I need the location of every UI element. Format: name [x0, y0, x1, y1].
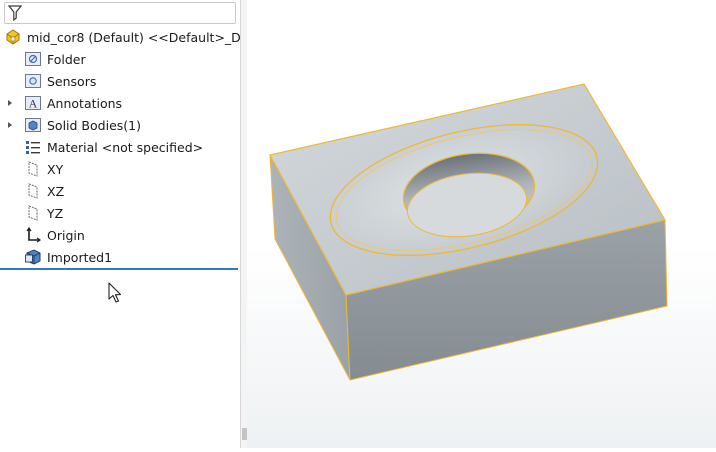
chevron-right-icon[interactable] [7, 121, 13, 129]
tree-item-label: YZ [47, 205, 64, 221]
tree-item-annotations[interactable]: A Annotations [24, 92, 122, 114]
feature-manager-tree: mid_cor8 (Default) <<Default>_Displa Fol… [0, 0, 270, 448]
svg-text:A: A [29, 97, 38, 111]
plane-icon [24, 182, 42, 200]
tree-item-plane-yz[interactable]: YZ [24, 202, 63, 224]
annotations-icon: A [24, 94, 42, 112]
plane-icon [24, 160, 42, 178]
tree-item-label: Material <not specified> [47, 139, 204, 155]
tree-filter-input[interactable] [4, 2, 236, 24]
expand-annotations-toggle[interactable] [6, 92, 14, 114]
tree-item-label: Sensors [47, 73, 97, 89]
tree-item-label: XZ [47, 183, 65, 199]
tree-item-material[interactable]: Material <not specified> [24, 136, 203, 158]
tree-item-label: Folder [47, 51, 86, 67]
tree-item-label: XY [47, 161, 64, 177]
rollback-bar[interactable] [0, 268, 238, 270]
tree-item-plane-xy[interactable]: XY [24, 158, 63, 180]
tree-item-imported1[interactable]: Imported1 [24, 246, 112, 268]
part-3d-model[interactable] [247, 0, 716, 448]
tree-item-label: Solid Bodies(1) [47, 117, 141, 133]
folder-icon [24, 50, 42, 68]
filter-funnel-icon[interactable] [8, 5, 22, 21]
solid-bodies-icon [24, 116, 42, 134]
origin-icon [24, 226, 42, 244]
tree-item-label: Annotations [47, 95, 123, 111]
chevron-right-icon[interactable] [7, 99, 13, 107]
material-icon [24, 138, 42, 156]
mouse-pointer-icon [108, 282, 122, 303]
tree-item-label: Origin [47, 227, 85, 243]
plane-icon [24, 204, 42, 222]
graphics-viewport[interactable] [247, 0, 716, 448]
sensor-folder-icon [24, 72, 42, 90]
tree-item-folder[interactable]: Folder [24, 48, 86, 70]
tree-item-solid-bodies[interactable]: Solid Bodies(1) [24, 114, 141, 136]
part-icon [4, 28, 22, 46]
tree-item-plane-xz[interactable]: XZ [24, 180, 64, 202]
tree-root-label: mid_cor8 (Default) <<Default>_Displa [27, 29, 270, 45]
tree-root-part[interactable]: mid_cor8 (Default) <<Default>_Displa [4, 26, 270, 48]
imported-feature-icon [24, 248, 42, 266]
expand-solid-bodies-toggle[interactable] [6, 114, 14, 136]
tree-item-origin[interactable]: Origin [24, 224, 85, 246]
tree-item-sensors[interactable]: Sensors [24, 70, 96, 92]
tree-item-label: Imported1 [47, 249, 113, 265]
